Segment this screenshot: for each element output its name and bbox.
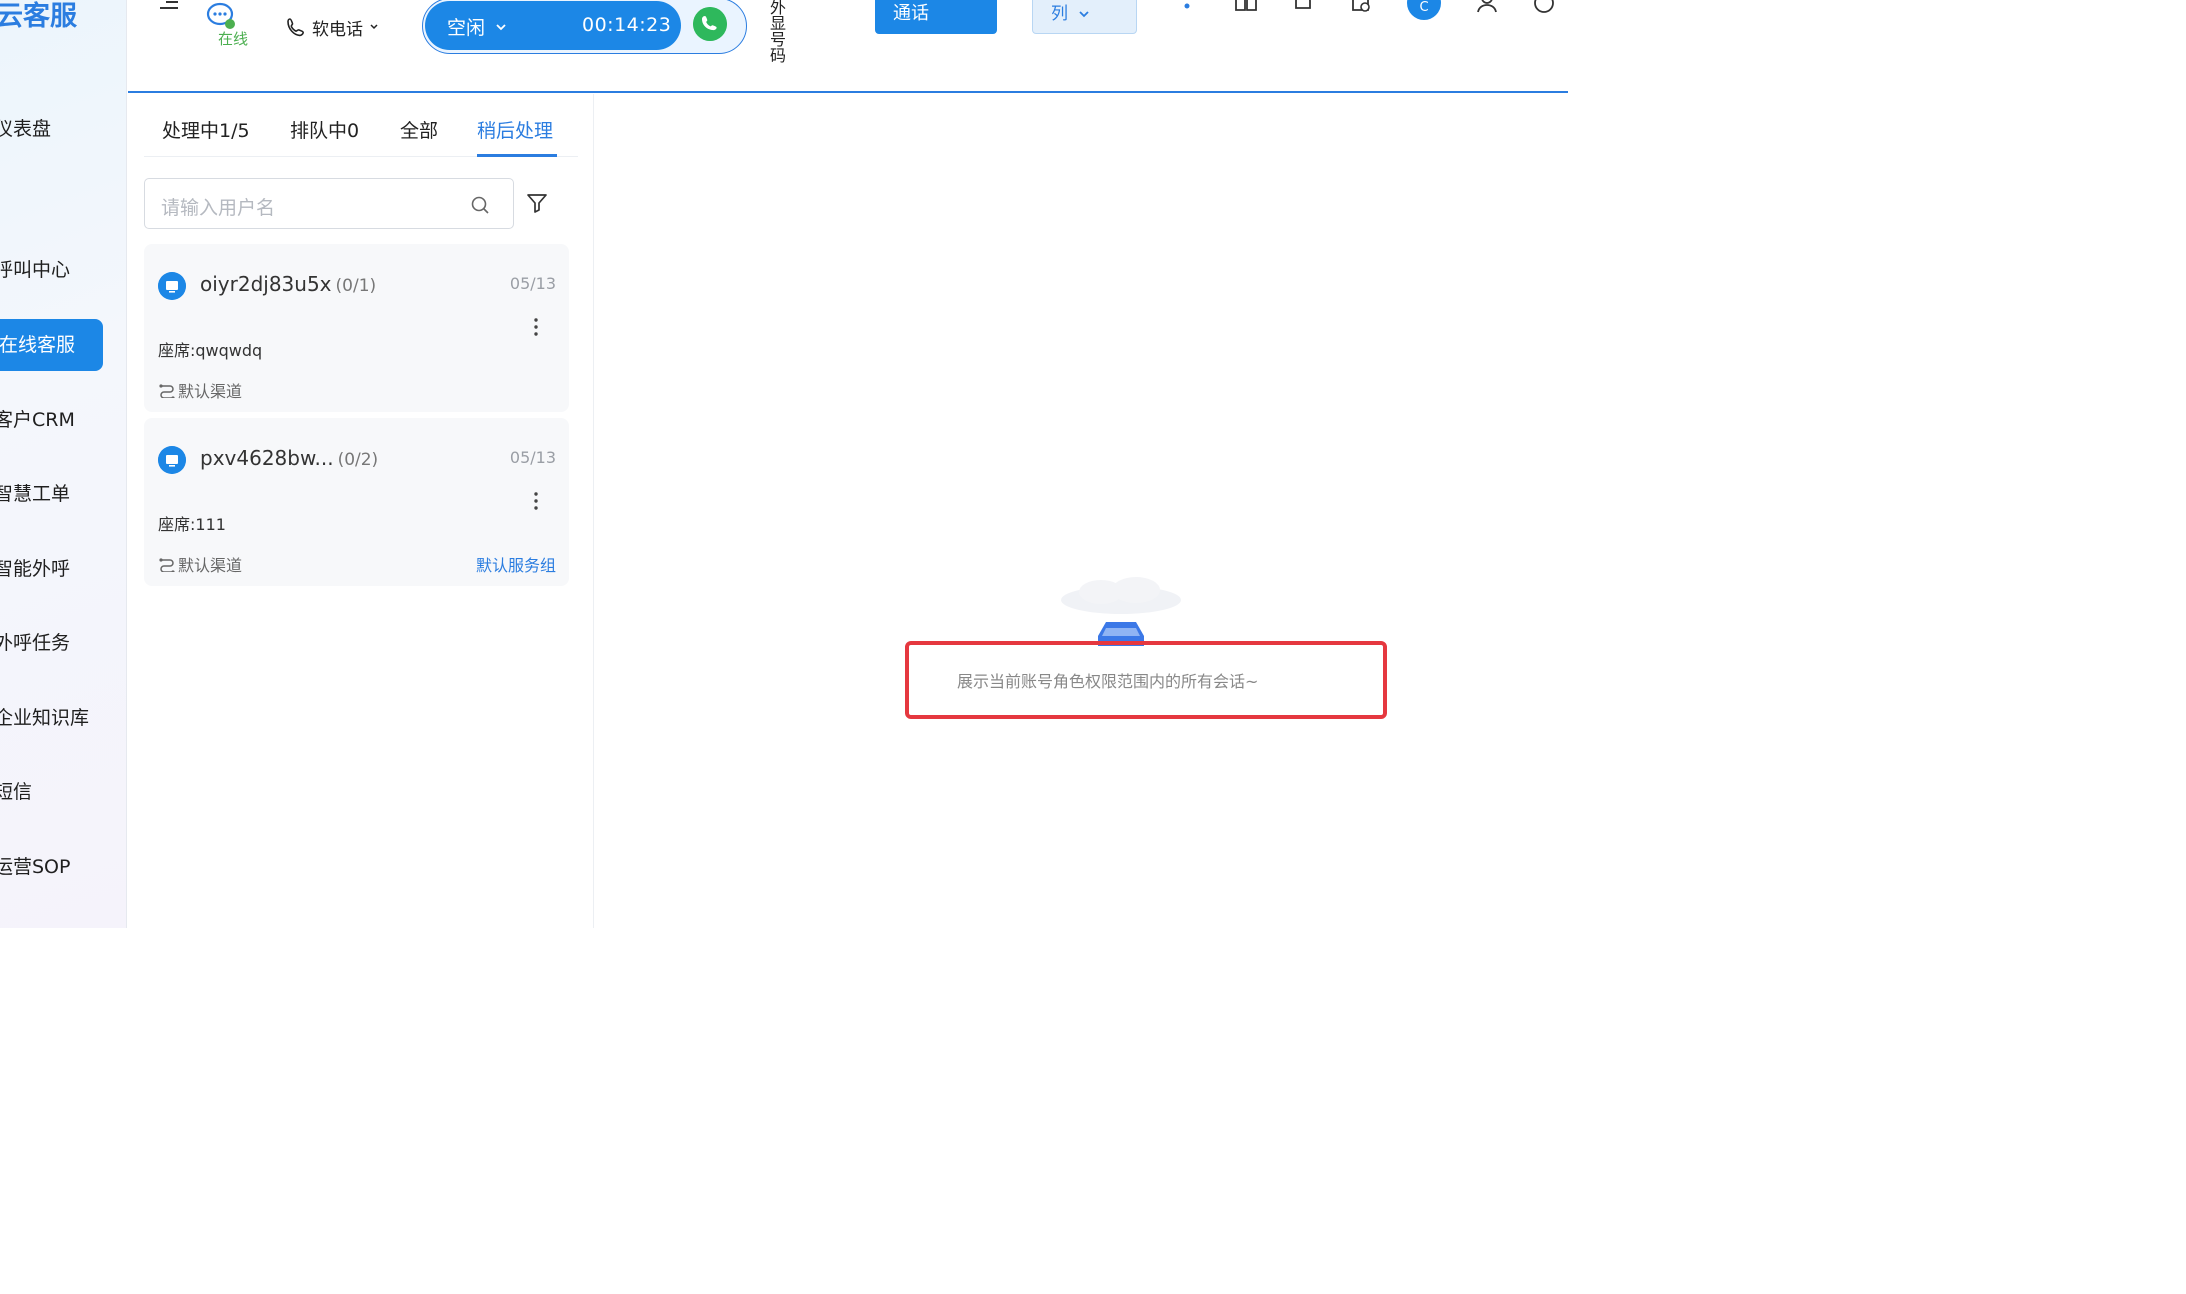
chevron-down-icon xyxy=(496,23,506,30)
session-username: oiyr2dj83u5x (0/1) xyxy=(200,272,376,296)
session-card[interactable]: oiyr2dj83u5x (0/1) 05/13 座席:qwqwdq 默认渠道 xyxy=(144,244,569,412)
session-channel-label: 默认渠道 xyxy=(178,556,243,575)
tab-processing[interactable]: 处理中1/5 xyxy=(162,116,250,143)
more-options-icon[interactable] xyxy=(531,316,541,338)
session-service-group[interactable]: 默认服务组 xyxy=(476,552,556,576)
outbound-number-label[interactable]: 外显号码 xyxy=(768,0,788,64)
session-message-count: (0/1) xyxy=(335,276,377,296)
softphone-label: 软电话 xyxy=(312,19,363,40)
search-icon[interactable] xyxy=(469,194,491,216)
session-message-count: (0/2) xyxy=(337,450,379,470)
call-button[interactable]: 通话 xyxy=(875,0,997,34)
sidebar-item-smart-outbound[interactable]: 智能外呼 xyxy=(0,557,70,581)
online-status[interactable]: 在线 xyxy=(218,28,248,49)
search-placeholder: 请输入用户名 xyxy=(161,197,276,219)
signal-icon[interactable] xyxy=(1174,0,1200,16)
channel-route-icon xyxy=(159,384,175,398)
sidebar-item-knowledge-base[interactable]: 企业知识库 xyxy=(0,706,89,730)
queue-select-label: 列 xyxy=(1051,4,1068,24)
more-options-icon[interactable] xyxy=(531,490,541,512)
agent-status-label: 空闲 xyxy=(447,17,486,39)
sidebar-item-call-center[interactable]: 呼叫中心 xyxy=(0,258,70,282)
session-username-text: oiyr2dj83u5x xyxy=(200,272,332,296)
channel-route-icon xyxy=(159,558,175,572)
sidebar-item-sms[interactable]: 短信 xyxy=(0,780,32,804)
call-control-bar: 空闲 00:14:23 xyxy=(422,0,747,54)
sidebar-item-crm[interactable]: 客户CRM xyxy=(0,408,75,432)
queue-select[interactable]: 列 xyxy=(1032,0,1137,34)
highlight-annotation-box xyxy=(905,641,1387,719)
filter-icon[interactable] xyxy=(526,192,548,214)
search-input[interactable]: 请输入用户名 xyxy=(144,178,514,229)
avatar[interactable]: C xyxy=(1407,0,1441,20)
top-bar: 在线 软电话 空闲 00:14:23 外显号码 通话 列 C xyxy=(128,0,1568,93)
session-channel: 默认渠道 xyxy=(158,552,242,576)
tab-all[interactable]: 全部 xyxy=(400,116,438,143)
session-list-panel: 处理中1/5 排队中0 全部 稍后处理 请输入用户名 oiyr2dj83u5x(… xyxy=(128,94,594,928)
session-channel-label: 默认渠道 xyxy=(178,382,243,401)
session-username: pxv4628bw... (0/2) xyxy=(200,446,378,470)
session-seat: 座席:qwqwdq xyxy=(158,341,263,360)
chevron-down-icon xyxy=(1079,11,1089,18)
session-date: 05/13 xyxy=(509,274,556,293)
security-file-icon[interactable] xyxy=(1348,0,1374,16)
agent-status-select[interactable]: 空闲 xyxy=(447,13,507,40)
session-username-text: pxv4628bw... xyxy=(200,446,334,470)
tab-queued[interactable]: 排队中0 xyxy=(290,116,359,143)
tab-later[interactable]: 稍后处理 xyxy=(477,116,553,143)
menu-collapse-icon[interactable] xyxy=(158,0,180,12)
call-timer: 00:14:23 xyxy=(582,14,672,36)
session-seat: 座席:111 xyxy=(158,515,226,534)
sidebar-item-sop[interactable]: 运营SOP xyxy=(0,855,70,879)
session-channel: 默认渠道 xyxy=(158,378,242,402)
active-tab-indicator xyxy=(477,154,557,157)
sidebar-item-dashboard[interactable]: 仪表盘 xyxy=(0,117,51,141)
chevron-down-icon xyxy=(370,24,378,30)
web-channel-icon xyxy=(158,446,186,474)
sidebar-item-outbound-tasks[interactable]: 外呼任务 xyxy=(0,631,70,655)
web-channel-icon xyxy=(158,272,186,300)
session-tabs: 处理中1/5 排队中0 全部 稍后处理 xyxy=(144,94,578,157)
user-icon[interactable] xyxy=(1474,0,1500,16)
phone-icon xyxy=(287,18,305,37)
power-icon[interactable] xyxy=(1531,0,1557,16)
brand-title: 云客服 xyxy=(0,1,77,32)
sidebar-item-online-service[interactable]: 在线客服 xyxy=(0,319,103,371)
bell-icon[interactable] xyxy=(1290,0,1316,16)
sidebar: 云客服 仪表盘 呼叫中心 在线客服 客户CRM 智慧工单 智能外呼 外呼任务 企… xyxy=(0,0,127,928)
softphone-select[interactable]: 软电话 xyxy=(286,14,379,40)
answer-call-button[interactable] xyxy=(693,7,727,41)
call-status-panel: 空闲 00:14:23 xyxy=(425,1,681,50)
sidebar-item-tickets[interactable]: 智慧工单 xyxy=(0,482,70,506)
session-date: 05/13 xyxy=(509,448,556,467)
session-card[interactable]: pxv4628bw... (0/2) 05/13 座席:111 默认渠道 默认服务… xyxy=(144,418,569,586)
book-icon[interactable] xyxy=(1233,0,1259,16)
